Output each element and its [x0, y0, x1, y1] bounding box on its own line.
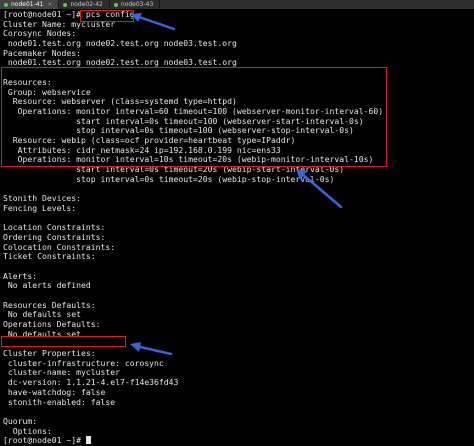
terminal-line: Operations: monitor interval=60 timeout=… — [3, 106, 384, 116]
terminal-line: Stonith Devices: — [3, 194, 81, 204]
terminal-line: node01.test.org node02.test.org node03.t… — [3, 58, 237, 68]
terminal-line: stonith-enabled: false — [3, 397, 116, 407]
terminal-line: Resource: webip (class=ocf provider=hear… — [3, 135, 296, 145]
terminal-line: Ticket Constraints: — [3, 252, 96, 262]
terminal-line: Attributes: cidr_netmask=24 ip=192.168.0… — [3, 145, 281, 155]
terminal-line: No defaults set — [3, 310, 81, 320]
status-dot-icon — [113, 2, 118, 7]
terminal-line: stop interval=0s timeout=100 (webserver-… — [3, 126, 354, 136]
tab-label: node02-42 — [70, 1, 103, 8]
session-tab-bar: node01-41 × node02-42 node03-43 — [0, 0, 474, 9]
terminal-line: Resources Defaults: — [3, 300, 96, 310]
close-icon[interactable]: × — [47, 0, 52, 9]
terminal-line: Location Constraints: — [3, 223, 106, 233]
terminal-line: cluster-name: mycluster — [3, 368, 120, 378]
cursor-icon — [85, 436, 91, 445]
terminal-line: Operations: monitor interval=10s timeout… — [3, 155, 374, 165]
tab-label: node01-41 — [11, 1, 44, 8]
arrow-to-stonith — [130, 342, 173, 356]
terminal-line: Corosync Nodes: — [3, 29, 77, 39]
terminal-line: Operations Defaults: — [3, 320, 101, 329]
terminal-line: [root@node01 ~]# pcs config — [3, 10, 135, 19]
terminal-line: Resource: webserver (class=systemd type=… — [3, 97, 237, 107]
terminal-line: node01.test.org node02.test.org node03.t… — [3, 39, 237, 49]
status-dot-icon — [4, 2, 8, 7]
terminal-line: Alerts: — [3, 271, 38, 281]
terminal-line: Pacemaker Nodes: — [3, 48, 81, 58]
status-dot-icon — [63, 2, 68, 7]
tab-node02[interactable]: node02-42 — [59, 0, 110, 9]
terminal-line: Options: — [3, 426, 52, 436]
terminal-line: Cluster Name: mycluster — [3, 19, 116, 29]
terminal-output[interactable]: [root@node01 ~]# pcs config Cluster Name:… — [3, 10, 469, 445]
terminal-line: Group: webservice — [3, 87, 91, 97]
terminal-line: [root@node01 ~]# — [3, 436, 469, 446]
tab-node03[interactable]: node03-43 — [110, 0, 161, 9]
terminal-line: stop interval=0s timeout=20s (webip-stop… — [3, 174, 335, 184]
terminal-line: have-watchdog: false — [3, 387, 106, 397]
terminal-line: start interval=0s timeout=20s (webip-sta… — [3, 165, 345, 174]
arrow-to-command — [131, 13, 176, 31]
terminal-line: Fencing Levels: — [3, 203, 77, 213]
terminal-line: Colocation Constraints: — [3, 242, 116, 252]
terminal-line: No defaults set — [3, 329, 81, 339]
arrow-to-resources — [296, 169, 343, 209]
terminal-line: Ordering Constraints: — [3, 232, 106, 242]
terminal-line: start interval=0s timeout=100 (webserver… — [3, 116, 364, 126]
terminal-line: Quorum: — [3, 416, 38, 426]
terminal-line: Resources: — [3, 77, 52, 87]
tab-node01[interactable]: node01-41 × — [0, 0, 60, 9]
terminal-line: cluster-infrastructure: corosync — [3, 358, 164, 368]
terminal-line: No alerts defined — [3, 281, 91, 291]
terminal-line: Cluster Properties: — [3, 349, 96, 359]
tab-label: node03-43 — [120, 1, 154, 8]
